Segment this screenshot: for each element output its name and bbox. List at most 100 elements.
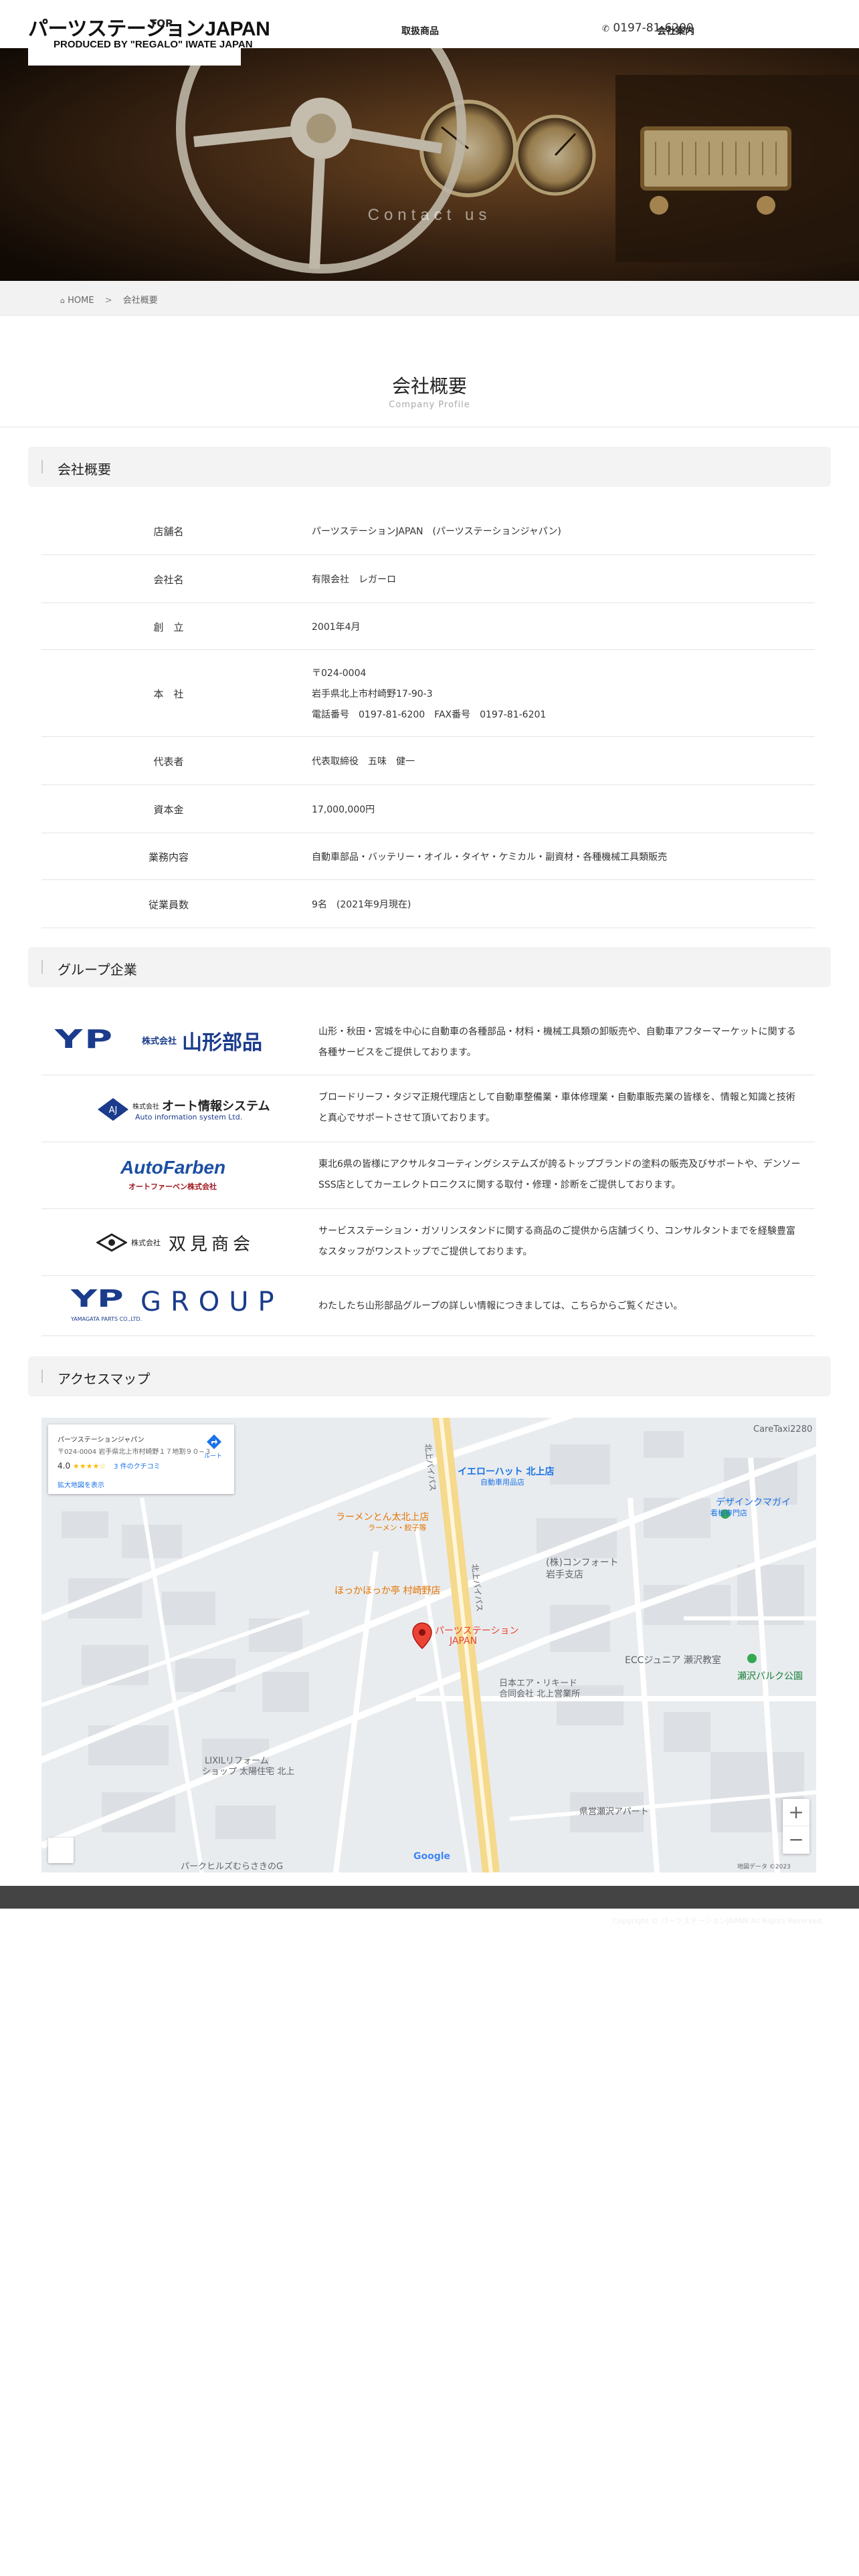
footer-copyright: Copyright © パーツステーションJAPAN All Rights Re… bbox=[612, 1917, 824, 1925]
section-heading-company: 会社概要 bbox=[28, 447, 831, 487]
yp-logo-kabushiki: 株式会社 bbox=[142, 1037, 177, 1047]
row-value: 自動車部品・バッテリー・オイル・タイヤ・ケミカル・副資材・各種機械工具類販売 bbox=[312, 852, 668, 863]
row-label: 会社名 bbox=[153, 574, 184, 586]
heading-bar bbox=[41, 1370, 43, 1383]
row-label: 創 立 bbox=[153, 621, 184, 633]
table-row: 代表者 代表取締役 五味 健一 bbox=[41, 737, 815, 785]
larger-map-link[interactable]: 拡大地図を表示 bbox=[58, 1479, 104, 1489]
futami-shokai-logo[interactable]: 株式会社 双見商会 bbox=[41, 1209, 302, 1275]
map-label-comfort[interactable]: (株)コンフォート bbox=[546, 1555, 619, 1569]
map-label-lixil-2: ショップ 太陽住宅 北上 bbox=[202, 1767, 295, 1777]
row-value: 岩手県北上市村崎野17-90-3 bbox=[312, 689, 433, 700]
breadcrumb-home[interactable]: HOME bbox=[68, 296, 94, 306]
google-map[interactable]: パーツステーションジャパン 〒024-0004 岩手県北上市村崎野１７地割９０−… bbox=[41, 1418, 816, 1872]
table-row: 店舗名 パーツステーションJAPAN (パーツステーションジャパン) bbox=[41, 507, 815, 555]
map-label-pin[interactable]: パーツステーション bbox=[435, 1624, 518, 1637]
section-heading-access: アクセスマップ bbox=[28, 1356, 831, 1396]
row-label: 業務内容 bbox=[148, 851, 189, 863]
map-fullscreen-button[interactable] bbox=[48, 1838, 74, 1863]
heading-bar bbox=[41, 960, 43, 974]
futami-logo-kabushiki: 株式会社 bbox=[131, 1239, 161, 1247]
page-subtitle: Company Profile bbox=[389, 400, 470, 410]
row-label: 従業員数 bbox=[148, 899, 189, 911]
logo-sub-text: PRODUCED BY "REGALO" IWATE JAPAN bbox=[54, 39, 253, 50]
map-label-caretaxi[interactable]: CareTaxi2280 bbox=[753, 1424, 812, 1434]
zoom-in-button[interactable]: + bbox=[783, 1799, 809, 1826]
map-copyright[interactable]: 地図データ ©2023 bbox=[737, 1862, 791, 1870]
map-label-yellowhat-sub: 自動車用品店 bbox=[480, 1478, 524, 1487]
group-company-item: 株式会社 双見商会 サービスステーション・ガソリンスタンドに関する商品のご提供か… bbox=[41, 1209, 815, 1276]
row-value: 2001年4月 bbox=[312, 622, 361, 633]
desc-line: 東北6県の皆様にアクサルタコーティングシステムズが誇るトップブランドの塗料の販売… bbox=[318, 1159, 801, 1170]
desc-line: SSS店としてカーエレクトロニクスに関する取付・修理・診断をご提供しております。 bbox=[318, 1180, 681, 1190]
group-company-desc: サービスステーション・ガソリンスタンドに関する商品のご提供から店舗づくり、コンサ… bbox=[318, 1221, 814, 1263]
nav-products[interactable]: 取扱商品 bbox=[401, 24, 439, 37]
site-header: パーツステーションJAPAN PRODUCED BY "REGALO" IWAT… bbox=[0, 0, 859, 66]
nav-company[interactable]: 会社案内 bbox=[657, 24, 694, 37]
reviews-link[interactable]: 3 件のクチコミ bbox=[114, 1463, 161, 1471]
section-heading-text: アクセスマップ bbox=[58, 1371, 151, 1387]
row-value: 代表取締役 五味 健一 bbox=[312, 756, 415, 767]
table-row: 業務内容 自動車部品・バッテリー・オイル・タイヤ・ケミカル・副資材・各種機械工具… bbox=[41, 833, 815, 880]
directions-icon[interactable] bbox=[206, 1434, 222, 1450]
map-zoom-control: + − bbox=[783, 1799, 809, 1854]
place-address: 〒024-0004 岩手県北上市村崎野１７地割９０−３ bbox=[58, 1448, 211, 1456]
table-row: 従業員数 9名 (2021年9月現在) bbox=[41, 880, 815, 928]
map-label-design[interactable]: デザインクマガイ bbox=[716, 1495, 791, 1509]
desc-line: 各種サービスをご提供しております。 bbox=[318, 1047, 476, 1058]
table-row: 会社名 有限会社 レガーロ bbox=[41, 555, 815, 603]
desc-line: サービスステーション・ガソリンスタンドに関する商品のご提供から店舗づくり、コンサ… bbox=[318, 1226, 795, 1237]
row-label: 資本金 bbox=[153, 804, 184, 816]
hero-banner: Contact us bbox=[0, 48, 859, 281]
map-label-ramen[interactable]: ラーメンとん太北上店 bbox=[336, 1510, 429, 1523]
autofarben-logo[interactable]: AutoFarben オートファーベン株式会社 bbox=[41, 1142, 302, 1208]
hero-title: Contact us bbox=[367, 206, 492, 224]
map-label-park[interactable]: 瀬沢パルク公園 bbox=[737, 1669, 803, 1683]
map-label-ecc[interactable]: ECCジュニア 瀬沢教室 bbox=[625, 1653, 721, 1667]
table-row: 創 立 2001年4月 bbox=[41, 603, 815, 650]
row-value: 有限会社 レガーロ bbox=[312, 574, 396, 585]
group-company-desc: 山形・秋田・宮城を中心に自動車の各種部品・材料・機械工具類の卸販売や、自動車アフ… bbox=[318, 1022, 814, 1063]
place-title: パーツステーションジャパン bbox=[58, 1436, 145, 1444]
nav-top[interactable]: TOP bbox=[150, 17, 173, 29]
row-label: 店舗名 bbox=[153, 526, 184, 538]
ais-logo-name: オート情報システム bbox=[162, 1099, 270, 1113]
map-label-hokka[interactable]: ほっかほっか亭 村崎野店 bbox=[335, 1584, 440, 1597]
yp-group-logo[interactable]: YP GROUP YAMAGATA PARTS CO.,LTD. bbox=[41, 1276, 302, 1335]
auto-information-system-logo[interactable]: AJ 株式会社 オート情報システム Auto information syste… bbox=[41, 1075, 302, 1142]
group-company-item: AJ 株式会社 オート情報システム Auto information syste… bbox=[41, 1075, 815, 1142]
breadcrumb-current: 会社概要 bbox=[122, 296, 158, 306]
group-info-link[interactable]: わたしたち山形部品グループの詳しい情報につきましては、こちらからご覧ください。 bbox=[318, 1301, 682, 1311]
map-label-ramen-sub: ラーメン・餃子等 bbox=[368, 1523, 427, 1532]
ais-logo-en: Auto information system Ltd. bbox=[135, 1113, 243, 1121]
section-heading-text: グループ企業 bbox=[58, 962, 137, 978]
section-heading-group: グループ企業 bbox=[28, 947, 831, 987]
map-label-parkhills[interactable]: パークヒルズむらさきのG bbox=[181, 1859, 283, 1872]
location-pin-icon[interactable] bbox=[412, 1622, 432, 1649]
row-value: 電話番号 0197-81-6200 FAX番号 0197-81-6201 bbox=[312, 710, 547, 720]
map-label-design-sub: 看板専門店 bbox=[710, 1509, 747, 1517]
yp-group-logo-mark: YP bbox=[71, 1285, 124, 1313]
row-label: 代表者 bbox=[153, 756, 184, 768]
breadcrumb: ⌂ HOME > 会社概要 bbox=[0, 281, 859, 316]
desc-line: 山形・秋田・宮城を中心に自動車の各種部品・材料・機械工具類の卸販売や、自動車アフ… bbox=[318, 1027, 796, 1037]
site-logo[interactable]: パーツステーションJAPAN PRODUCED BY "REGALO" IWAT… bbox=[28, 9, 270, 66]
map-place-card: パーツステーションジャパン 〒024-0004 岩手県北上市村崎野１７地割９０−… bbox=[48, 1424, 234, 1494]
desc-line: なスタッフがワンストップでご提供しております。 bbox=[318, 1247, 533, 1257]
yp-logo-name: 山形部品 bbox=[182, 1031, 262, 1055]
yp-group-logo-name: GROUP bbox=[140, 1287, 284, 1317]
yp-group-logo-sub: YAMAGATA PARTS CO.,LTD. bbox=[71, 1316, 142, 1322]
table-row: 本 社 〒024-0004 岩手県北上市村崎野17-90-3 電話番号 0197… bbox=[41, 650, 815, 737]
zoom-out-button[interactable]: − bbox=[783, 1826, 809, 1854]
phone-icon: ✆ bbox=[602, 24, 609, 34]
map-label-yellowhat[interactable]: イエローハット 北上店 bbox=[458, 1465, 554, 1478]
autofarben-logo-sub: オートファーベン株式会社 bbox=[128, 1182, 217, 1191]
row-value: 17,000,000円 bbox=[312, 804, 375, 815]
group-company-item: YP 株式会社 山形部品 山形・秋田・宮城を中心に自動車の各種部品・材料・機械工… bbox=[41, 1010, 815, 1075]
vintage-dashboard-image bbox=[0, 48, 859, 281]
map-label-apartment[interactable]: 県営瀬沢アパート bbox=[579, 1804, 649, 1817]
yamagata-buhin-logo[interactable]: YP 株式会社 山形部品 bbox=[41, 1010, 302, 1075]
row-value: パーツステーションJAPAN (パーツステーションジャパン) bbox=[312, 526, 561, 537]
rating-value: 4.0 bbox=[58, 1461, 71, 1471]
row-value: 9名 (2021年9月現在) bbox=[312, 899, 411, 910]
